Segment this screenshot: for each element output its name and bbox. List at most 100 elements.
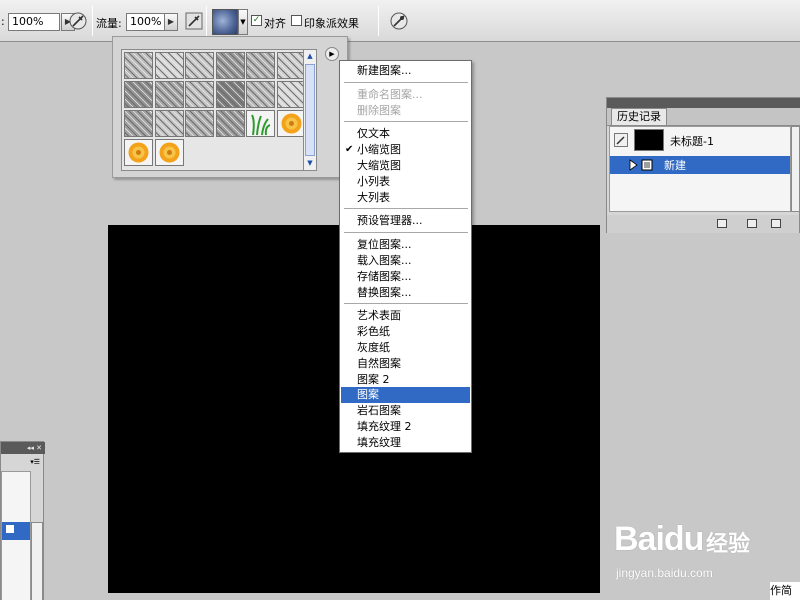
- pattern-tile[interactable]: [154, 139, 184, 166]
- menu-item[interactable]: 替换图案...: [341, 285, 470, 301]
- history-brush-icon[interactable]: [614, 133, 628, 147]
- menu-item-label: 填充纹理 2: [357, 420, 412, 433]
- airbrush-icon[interactable]: [68, 11, 88, 31]
- pattern-tile[interactable]: [124, 110, 153, 137]
- history-state-icon: [629, 159, 653, 171]
- camera-icon[interactable]: [747, 219, 757, 228]
- corner-note: 作简: [770, 582, 800, 600]
- menu-item-label: 艺术表面: [357, 309, 401, 323]
- watermark-brand-cn: 经验: [706, 532, 751, 557]
- menu-item[interactable]: 彩色纸: [341, 324, 470, 340]
- separator: [378, 6, 379, 36]
- pattern-tile[interactable]: [154, 110, 184, 137]
- menu-item[interactable]: 艺术表面: [341, 308, 470, 324]
- menu-item[interactable]: 灰度纸: [341, 340, 470, 356]
- flower-pattern-icon: [159, 142, 179, 163]
- pattern-grid: [121, 49, 313, 171]
- snapshot-thumbnail[interactable]: [634, 129, 664, 151]
- menu-item[interactable]: 存储图案...: [341, 269, 470, 285]
- pattern-tile[interactable]: [185, 110, 214, 137]
- separator: [92, 6, 93, 36]
- trash-icon[interactable]: [771, 219, 781, 228]
- pattern-tile[interactable]: [276, 110, 306, 137]
- menu-item[interactable]: 载入图案...: [341, 253, 470, 269]
- pattern-tile[interactable]: [124, 81, 153, 108]
- snapshot-label[interactable]: 未标题-1: [670, 133, 714, 149]
- opacity-label: :: [1, 15, 5, 28]
- panel-title-strip[interactable]: [607, 98, 800, 108]
- pattern-tile[interactable]: [124, 139, 153, 166]
- menu-item[interactable]: 小列表: [341, 174, 470, 190]
- scroll-down-icon[interactable]: ▼: [305, 158, 315, 168]
- menu-item[interactable]: 大列表: [341, 190, 470, 206]
- pattern-tile[interactable]: [215, 81, 245, 108]
- pattern-tile[interactable]: [246, 110, 275, 137]
- menu-item-label: 大缩览图: [357, 159, 401, 172]
- pattern-dropdown-button[interactable]: ▼: [238, 9, 248, 35]
- scroll-thumb[interactable]: [305, 64, 315, 156]
- menu-item-label: 重命名图案...: [357, 87, 423, 101]
- scroll-up-icon[interactable]: ▲: [305, 51, 315, 61]
- menu-item[interactable]: 自然图案: [341, 356, 470, 372]
- menu-item-label: 岩石图案: [357, 404, 401, 418]
- menu-item[interactable]: 填充纹理 2: [341, 419, 470, 435]
- menu-item[interactable]: 填充纹理: [341, 435, 470, 451]
- opacity-input[interactable]: 100%: [8, 13, 60, 31]
- pattern-tile[interactable]: [154, 52, 184, 79]
- menu-item[interactable]: 新建图案...: [341, 63, 470, 79]
- menu-item-label: 预设管理器...: [357, 214, 423, 228]
- pattern-tile[interactable]: [154, 81, 184, 108]
- pattern-swatch[interactable]: [212, 9, 238, 35]
- tablet-pressure-icon[interactable]: [389, 11, 409, 31]
- pattern-tile[interactable]: [215, 110, 245, 137]
- menu-item[interactable]: 复位图案...: [341, 237, 470, 253]
- separator: [206, 6, 207, 36]
- pattern-tile[interactable]: [246, 81, 275, 108]
- airbrush-icon[interactable]: [184, 11, 204, 31]
- pattern-tile[interactable]: [185, 81, 214, 108]
- triangle-right-icon[interactable]: ▶: [325, 47, 339, 61]
- aligned-label: 对齐: [264, 17, 286, 30]
- impressionist-checkbox[interactable]: [291, 15, 302, 26]
- layer-scrollbar[interactable]: [31, 522, 43, 600]
- tab-history[interactable]: 历史记录: [611, 108, 667, 125]
- menu-item[interactable]: 图案 2: [341, 372, 470, 388]
- menu-item[interactable]: ✔ 小缩览图: [341, 142, 470, 158]
- menu-item-label: 删除图案: [357, 103, 401, 117]
- menu-item[interactable]: 仅文本: [341, 126, 470, 142]
- pattern-tile[interactable]: [276, 81, 306, 108]
- menu-item-label: 图案 2: [357, 372, 390, 386]
- watermark-url: jingyan.baidu.com: [616, 566, 713, 580]
- panel-title-strip[interactable]: ◂◂ ✕: [1, 442, 45, 454]
- aligned-checkbox[interactable]: ✓: [251, 15, 262, 26]
- new-document-from-state-icon[interactable]: [717, 219, 727, 228]
- history-list: 未标题-1 新建: [609, 126, 791, 212]
- menu-item: 删除图案: [341, 103, 470, 119]
- pattern-tile[interactable]: [246, 52, 275, 79]
- pattern-tile[interactable]: [276, 52, 306, 79]
- flower-pattern-icon: [281, 113, 301, 134]
- menu-separator: [344, 232, 468, 234]
- menu-item[interactable]: 预设管理器...: [341, 213, 470, 229]
- impressionist-label: 印象派效果: [304, 17, 359, 30]
- menu-item[interactable]: 大缩览图: [341, 158, 470, 174]
- menu-item-label: 图案: [357, 388, 379, 402]
- lock-icon: [6, 525, 14, 533]
- layer-row[interactable]: [2, 522, 30, 540]
- menu-separator: [344, 303, 468, 305]
- history-state-label[interactable]: 新建: [664, 157, 686, 173]
- panel-menu-icon[interactable]: ▾☰: [30, 458, 40, 466]
- menu-item[interactable]: 岩石图案: [341, 403, 470, 419]
- menu-item-label: 小缩览图: [357, 143, 401, 157]
- pattern-tile[interactable]: [185, 52, 214, 79]
- flow-dropdown-button[interactable]: ▶: [164, 13, 178, 31]
- history-scrollbar[interactable]: [791, 126, 800, 212]
- pattern-tile[interactable]: [124, 52, 153, 79]
- pattern-tile[interactable]: [215, 52, 245, 79]
- menu-item[interactable]: 图案: [341, 387, 470, 404]
- menu-item-label: 仅文本: [357, 127, 390, 141]
- menu-item-label: 替换图案...: [357, 285, 412, 299]
- flower-pattern-icon: [128, 142, 149, 163]
- pattern-scrollbar[interactable]: ▲ ▼: [303, 49, 317, 171]
- pattern-flyout-menu: 新建图案... 重命名图案... 删除图案仅文本 ✔ 小缩览图 大缩览图小列表 大列表预设管…: [339, 60, 472, 453]
